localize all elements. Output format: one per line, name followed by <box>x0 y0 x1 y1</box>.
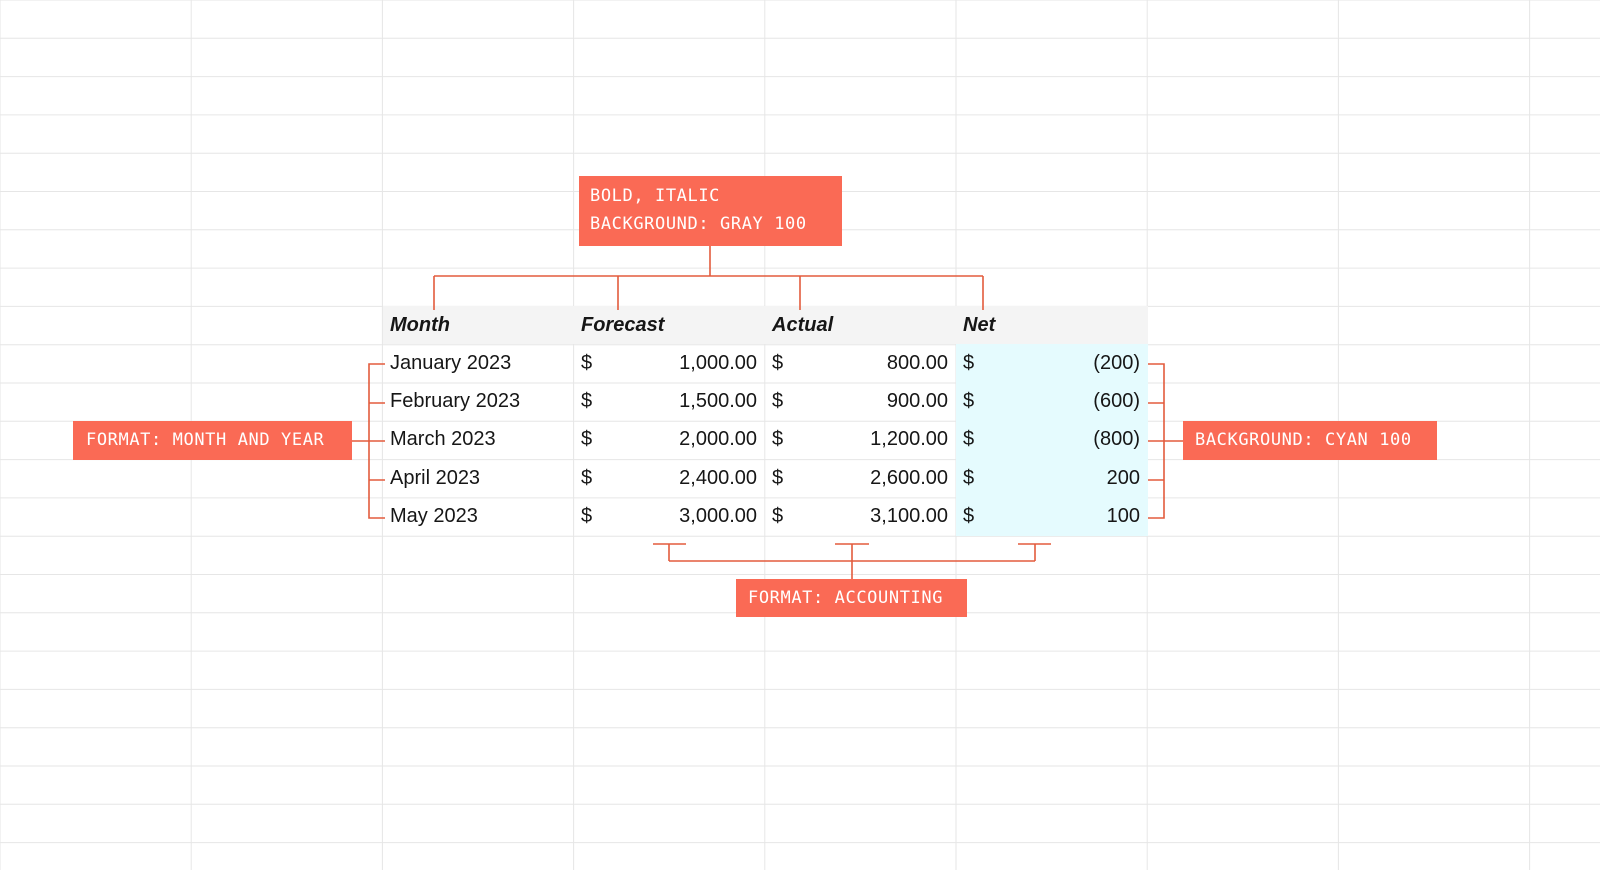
header-style-callout-line1: BOLD, ITALIC <box>590 186 721 206</box>
actual-cell[interactable]: 2,600.00 <box>765 459 956 497</box>
month-format-callout: FORMAT: MONTH AND YEAR <box>73 421 352 460</box>
actual-cell[interactable]: 800.00 <box>765 344 956 382</box>
net-cell[interactable]: 200 <box>956 459 1148 497</box>
header-actual[interactable]: Actual <box>765 306 956 344</box>
spreadsheet-canvas: Month Forecast Actual Net January 2023 $… <box>0 0 1600 870</box>
accounting-format-callout-text: FORMAT: ACCOUNTING <box>748 588 944 608</box>
actual-cell[interactable]: 3,100.00 <box>765 497 956 535</box>
net-cell[interactable]: (800) <box>956 420 1148 458</box>
net-cell[interactable]: (200) <box>956 344 1148 382</box>
net-cell[interactable]: (600) <box>956 382 1148 420</box>
month-cell[interactable]: April 2023 <box>383 459 574 497</box>
header-style-callout-line2: BACKGROUND: GRAY 100 <box>590 214 807 234</box>
month-cell[interactable]: March 2023 <box>383 420 574 458</box>
actual-cell[interactable]: 900.00 <box>765 382 956 420</box>
forecast-cell[interactable]: 1,500.00 <box>574 382 765 420</box>
month-cell[interactable]: January 2023 <box>383 344 574 382</box>
accounting-format-callout: FORMAT: ACCOUNTING <box>736 579 967 617</box>
header-forecast[interactable]: Forecast <box>574 306 765 344</box>
forecast-cell[interactable]: 1,000.00 <box>574 344 765 382</box>
net-background-callout: BACKGROUND: CYAN 100 <box>1183 421 1437 460</box>
month-format-callout-text: FORMAT: MONTH AND YEAR <box>86 430 325 450</box>
net-background-callout-text: BACKGROUND: CYAN 100 <box>1195 430 1412 450</box>
header-net[interactable]: Net <box>956 306 1148 344</box>
forecast-cell[interactable]: 2,400.00 <box>574 459 765 497</box>
month-cell[interactable]: February 2023 <box>383 382 574 420</box>
actual-cell[interactable]: 1,200.00 <box>765 420 956 458</box>
forecast-cell[interactable]: 3,000.00 <box>574 497 765 535</box>
header-style-callout: BOLD, ITALIC BACKGROUND: GRAY 100 <box>579 176 842 246</box>
header-month[interactable]: Month <box>383 306 574 344</box>
forecast-cell[interactable]: 2,000.00 <box>574 420 765 458</box>
month-cell[interactable]: May 2023 <box>383 497 574 535</box>
net-cell[interactable]: 100 <box>956 497 1148 535</box>
